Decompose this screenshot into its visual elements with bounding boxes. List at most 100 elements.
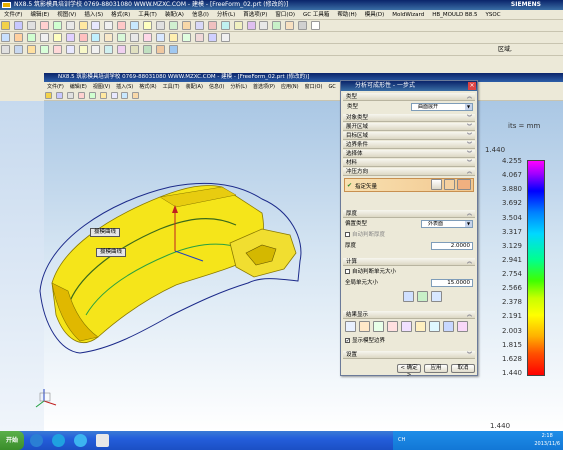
revolve-icon[interactable] (168, 21, 178, 30)
thickness-input[interactable]: 2.0000 (431, 242, 473, 250)
section-calculate[interactable]: 计算 ︽ (343, 258, 475, 266)
result-flc-icon[interactable] (387, 321, 398, 332)
menu-item-15[interactable]: HB_MOULD B8.5 (428, 10, 481, 19)
inner-menu-item-2[interactable]: 视图(V) (90, 83, 113, 91)
vector-dialog-button[interactable] (431, 179, 442, 190)
trim-curve-icon[interactable] (143, 21, 153, 30)
studio-surface-icon[interactable] (130, 33, 140, 42)
rectangle-icon[interactable] (39, 21, 49, 30)
inner-circle-icon[interactable] (88, 92, 96, 99)
pan-icon[interactable] (130, 45, 140, 54)
arc-icon[interactable] (26, 21, 36, 30)
unite-icon[interactable] (207, 21, 217, 30)
mesh-button[interactable] (403, 291, 414, 302)
menu-item-6[interactable]: 装配(A) (161, 10, 188, 19)
bounded-plane-icon[interactable] (39, 33, 49, 42)
hole-icon[interactable] (181, 21, 191, 30)
mirror-icon[interactable] (298, 21, 308, 30)
section-material[interactable]: 材料 ︾ (343, 159, 475, 167)
intersection-icon[interactable] (91, 45, 101, 54)
law-extension-icon[interactable] (117, 33, 127, 42)
point-icon[interactable] (78, 21, 88, 30)
result-stress-icon[interactable] (373, 321, 384, 332)
offset-curve-icon[interactable] (104, 21, 114, 30)
auto-thickness-row[interactable]: 自动判断厚度 (345, 231, 385, 239)
menu-item-9[interactable]: 首选项(P) (239, 10, 271, 19)
menu-item-7[interactable]: 信息(I) (188, 10, 213, 19)
project-curve-icon[interactable] (117, 21, 127, 30)
deviation-icon[interactable] (220, 33, 230, 42)
menu-item-11[interactable]: GC 工具箱 (299, 10, 333, 19)
spline-icon[interactable] (65, 21, 75, 30)
auto-mesh-row[interactable]: 自动判断单元大小 (345, 268, 396, 276)
swept-icon[interactable] (26, 33, 36, 42)
app-icon-1[interactable] (30, 434, 43, 447)
inner-line-icon[interactable] (55, 92, 63, 99)
analysis-icon[interactable] (156, 33, 166, 42)
inner-menu-item-11[interactable]: 窗口(O) (302, 83, 326, 91)
inner-menu-item-3[interactable]: 插入(S) (113, 83, 136, 91)
extrude-icon[interactable] (156, 21, 166, 30)
midpoint-icon[interactable] (52, 45, 62, 54)
calculate-button[interactable] (431, 291, 442, 302)
menu-item-14[interactable]: MoldWizard (388, 10, 428, 19)
through-curves-icon[interactable] (13, 33, 23, 42)
section-result[interactable]: 结果显示 ︽ (343, 311, 475, 319)
line-icon[interactable] (13, 21, 23, 30)
inner-text-icon[interactable] (110, 92, 118, 99)
chamfer-icon[interactable] (259, 21, 269, 30)
result-animate-icon[interactable] (457, 321, 468, 332)
menu-item-4[interactable]: 格式(R) (107, 10, 134, 19)
snap-icon[interactable] (26, 45, 36, 54)
section-stamp-direction[interactable]: 冲压方向 ︽ (343, 168, 475, 176)
language-indicator[interactable]: CH (398, 437, 405, 443)
result-thickness-icon[interactable] (345, 321, 356, 332)
intersect-icon[interactable] (233, 21, 243, 30)
extract-curve-icon[interactable] (130, 21, 140, 30)
menu-item-2[interactable]: 视图(V) (53, 10, 80, 19)
show-boundary-checkbox[interactable]: ✔ (345, 338, 350, 343)
section-thickness[interactable]: 厚度 ︽ (343, 210, 475, 218)
circle-icon[interactable] (52, 21, 62, 30)
auto-thickness-checkbox[interactable] (345, 232, 350, 237)
zoom-icon[interactable] (117, 45, 127, 54)
curvature-icon[interactable] (194, 33, 204, 42)
check-mesh-button[interactable] (417, 291, 428, 302)
menu-item-16[interactable]: YSOC (482, 10, 505, 19)
inner-menu-item-4[interactable]: 格式(R) (136, 83, 159, 91)
result-report-icon[interactable] (443, 321, 454, 332)
blend-icon[interactable] (246, 21, 256, 30)
inner-menu-item-1[interactable]: 编辑(E) (67, 83, 90, 91)
inner-extrude-icon[interactable] (121, 92, 129, 99)
vector-type-dropdown[interactable] (457, 179, 471, 190)
select-icon[interactable] (1, 45, 10, 54)
thickness-type-select[interactable]: 外表面 ▼ (421, 220, 473, 228)
center-icon[interactable] (65, 45, 75, 54)
type-select[interactable]: 曲面展开 ▼ (411, 103, 473, 111)
apply-button[interactable]: 应用 (424, 364, 448, 373)
start-button[interactable]: 开始 (0, 431, 24, 450)
part-model[interactable] (0, 101, 340, 431)
inner-sketch-icon[interactable] (45, 92, 52, 99)
extend-sheet-icon[interactable] (104, 33, 114, 42)
section-target-region[interactable]: 目标区域 ︾ (343, 132, 475, 140)
subtract-icon[interactable] (220, 21, 230, 30)
section-unfold-region[interactable]: 展开区域 ︾ (343, 123, 475, 131)
result-boundary-icon[interactable] (401, 321, 412, 332)
inner-menu-item-8[interactable]: 分析(L) (227, 83, 250, 91)
trim-sheet-icon[interactable] (65, 33, 75, 42)
inner-menu-item-0[interactable]: 文件(F) (44, 83, 67, 91)
quadrant-icon[interactable] (78, 45, 88, 54)
patch-icon[interactable] (91, 33, 101, 42)
draft-icon[interactable] (285, 21, 295, 30)
app-icon-2[interactable] (52, 434, 65, 447)
inner-rectangle-icon[interactable] (77, 92, 85, 99)
inner-menu-item-12[interactable]: GC (325, 83, 338, 91)
sketch-icon[interactable] (1, 21, 10, 30)
menu-item-12[interactable]: 帮助(H) (333, 10, 360, 19)
inner-point-icon[interactable] (99, 92, 107, 99)
section-object-type[interactable]: 对象类型 ︾ (343, 114, 475, 122)
ok-button[interactable]: < 确定 > (397, 364, 421, 378)
inner-menu-item-10[interactable]: 应用(N) (278, 83, 302, 91)
inner-menu-item-6[interactable]: 装配(A) (183, 83, 206, 91)
